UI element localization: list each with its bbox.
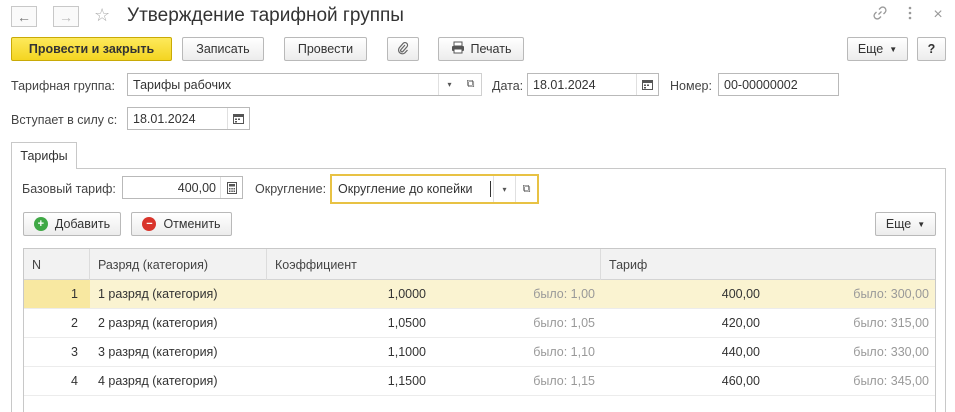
save-button[interactable]: Записать bbox=[182, 37, 264, 61]
cell-tariff: 420,00 bbox=[721, 316, 760, 330]
date-field[interactable]: 18.01.2024 bbox=[527, 73, 659, 96]
number-value: 00-00000002 bbox=[724, 77, 798, 92]
printer-icon bbox=[451, 41, 465, 57]
effective-date-value: 18.01.2024 bbox=[133, 111, 196, 126]
tariff-group-value: Тарифы рабочих bbox=[133, 77, 232, 92]
minus-icon: − bbox=[142, 217, 157, 231]
table-header: N Разряд (категория) Коэффициент Тариф bbox=[24, 249, 935, 280]
tariff-group-field[interactable]: Тарифы рабочих ▾ bbox=[127, 73, 461, 96]
rounding-field[interactable]: Округление до копейки ▾ ⧉ bbox=[330, 174, 539, 204]
effective-date-label: Вступает в силу с: bbox=[11, 113, 118, 127]
text-cursor bbox=[490, 181, 491, 197]
cell-grade: 3 разряд (категория) bbox=[98, 345, 218, 359]
plus-icon: + bbox=[33, 217, 48, 231]
chevron-down-icon: ▼ bbox=[889, 44, 898, 54]
calendar-icon[interactable] bbox=[636, 74, 658, 95]
vertical-dots-icon[interactable] bbox=[901, 6, 919, 23]
cell-grade: 2 разряд (категория) bbox=[98, 316, 218, 330]
table-row[interactable]: 3 3 разряд (категория) 1,1000 было: 1,10… bbox=[24, 338, 935, 367]
tariff-group-label: Тарифная группа: bbox=[11, 79, 115, 93]
cell-coefficient: 1,1000 bbox=[387, 345, 426, 359]
column-header-grade[interactable]: Разряд (категория) bbox=[90, 249, 267, 280]
calendar-icon[interactable] bbox=[227, 108, 249, 129]
post-button[interactable]: Провести bbox=[284, 37, 367, 61]
chevron-down-icon[interactable]: ▾ bbox=[438, 74, 460, 95]
post-and-close-button[interactable]: Провести и закрыть bbox=[11, 37, 172, 61]
effective-date-field[interactable]: 18.01.2024 bbox=[127, 107, 250, 130]
more-label: Еще bbox=[857, 42, 884, 56]
cell-tariff: 440,00 bbox=[721, 345, 760, 359]
page-title: Утверждение тарифной группы bbox=[127, 5, 404, 26]
print-label: Печать bbox=[470, 42, 512, 56]
cancel-button[interactable]: − Отменить bbox=[131, 212, 232, 236]
add-button[interactable]: + Добавить bbox=[23, 212, 121, 236]
base-tariff-field[interactable]: 400,00 bbox=[122, 176, 243, 199]
table-more-button[interactable]: Еще ▼ bbox=[875, 212, 936, 236]
table-row[interactable]: 4 4 разряд (категория) 1,1500 было: 1,15… bbox=[24, 367, 935, 396]
cell-n: 2 bbox=[71, 316, 78, 330]
open-tariff-group-button[interactable]: ⧉ bbox=[460, 73, 482, 96]
arrow-left-icon: ← bbox=[17, 8, 31, 25]
cell-coefficient-was: было: 1,00 bbox=[533, 287, 595, 301]
cell-tariff: 400,00 bbox=[721, 287, 760, 301]
attach-button[interactable] bbox=[387, 37, 419, 61]
table-row[interactable]: 2 2 разряд (категория) 1,0500 было: 1,05… bbox=[24, 309, 935, 338]
tab-tariffs[interactable]: Тарифы bbox=[11, 142, 77, 169]
arrow-right-icon: → bbox=[59, 8, 73, 25]
table-row[interactable]: 1 1 разряд (категория) 1,0000 было: 1,00… bbox=[24, 280, 935, 309]
date-value: 18.01.2024 bbox=[533, 77, 596, 92]
column-header-coefficient[interactable]: Коэффициент bbox=[267, 249, 601, 280]
cell-tariff-was: было: 345,00 bbox=[853, 374, 929, 388]
number-field[interactable]: 00-00000002 bbox=[718, 73, 839, 96]
cell-tariff-was: было: 300,00 bbox=[853, 287, 929, 301]
date-label: Дата: bbox=[492, 79, 524, 93]
cell-coefficient-was: было: 1,05 bbox=[533, 316, 595, 330]
number-label: Номер: bbox=[670, 79, 712, 93]
cell-tariff-was: было: 330,00 bbox=[853, 345, 929, 359]
back-button[interactable]: ← bbox=[11, 6, 37, 27]
cell-grade: 1 разряд (категория) bbox=[98, 287, 218, 301]
column-header-tariff[interactable]: Тариф bbox=[601, 249, 935, 280]
paperclip-icon bbox=[397, 41, 409, 58]
cell-coefficient: 1,0500 bbox=[387, 316, 426, 330]
base-tariff-label: Базовый тариф: bbox=[22, 182, 116, 196]
forward-button[interactable]: → bbox=[53, 6, 79, 27]
open-link-icon: ⧉ bbox=[466, 78, 475, 90]
column-header-n[interactable]: N bbox=[24, 249, 90, 280]
close-icon[interactable]: × bbox=[929, 6, 947, 24]
cell-grade: 4 разряд (категория) bbox=[98, 374, 218, 388]
help-button[interactable]: ? bbox=[917, 37, 946, 61]
tariffs-table[interactable]: N Разряд (категория) Коэффициент Тариф 1… bbox=[23, 248, 936, 412]
chevron-down-icon: ▼ bbox=[917, 219, 926, 229]
more-button[interactable]: Еще ▼ bbox=[847, 37, 908, 61]
cell-n: 3 bbox=[71, 345, 78, 359]
cancel-label: Отменить bbox=[163, 217, 221, 231]
cell-n: 4 bbox=[71, 374, 78, 388]
cell-tariff-was: было: 315,00 bbox=[853, 316, 929, 330]
base-tariff-value: 400,00 bbox=[177, 180, 216, 195]
cell-coefficient: 1,0000 bbox=[387, 287, 426, 301]
cell-coefficient-was: было: 1,15 bbox=[533, 374, 595, 388]
calculator-icon[interactable] bbox=[220, 177, 242, 198]
cell-n: 1 bbox=[24, 280, 90, 308]
print-button[interactable]: Печать bbox=[438, 37, 524, 61]
star-icon[interactable]: ☆ bbox=[94, 5, 110, 26]
chevron-down-icon[interactable]: ▾ bbox=[493, 176, 515, 202]
cell-coefficient-was: было: 1,10 bbox=[533, 345, 595, 359]
link-icon[interactable] bbox=[871, 6, 889, 23]
rounding-value: Округление до копейки bbox=[338, 182, 473, 196]
add-label: Добавить bbox=[54, 217, 111, 231]
rounding-label: Округление: bbox=[255, 182, 327, 196]
cell-tariff: 460,00 bbox=[721, 374, 760, 388]
table-more-label: Еще bbox=[885, 217, 912, 231]
cell-coefficient: 1,1500 bbox=[387, 374, 426, 388]
open-link-icon[interactable]: ⧉ bbox=[515, 176, 537, 202]
